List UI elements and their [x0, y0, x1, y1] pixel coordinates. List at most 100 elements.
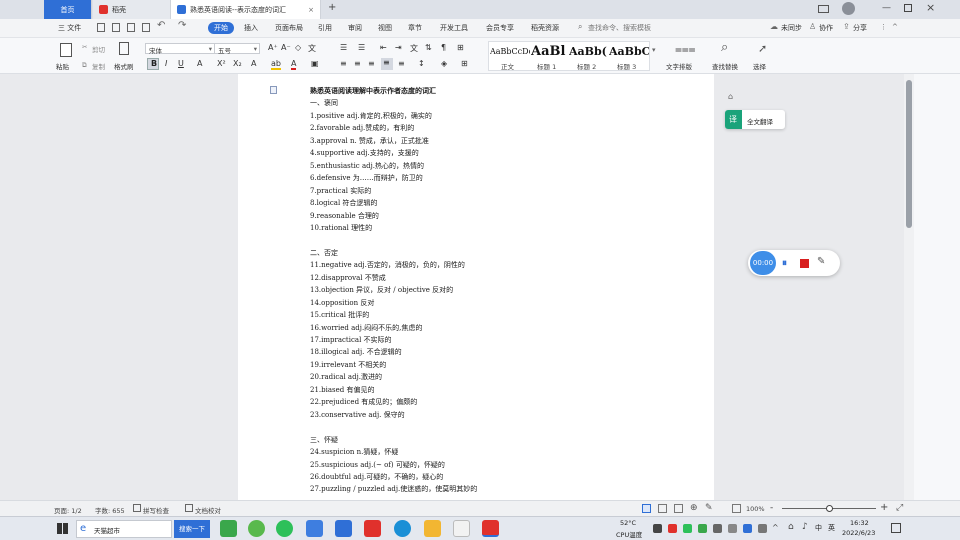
clock-date[interactable]: 2022/6/23 [842, 529, 875, 537]
zoom-level[interactable]: 100% [746, 505, 765, 513]
align-right-icon[interactable]: ≡ [368, 59, 375, 68]
web-view-icon[interactable]: ⊕ [690, 503, 698, 513]
translate-widget[interactable]: 译 全文翻译 [725, 110, 785, 129]
style-heading1-sample[interactable]: AaBl [531, 44, 569, 60]
menu-developer[interactable]: 开发工具 [440, 23, 468, 33]
new-tab-button[interactable]: + [328, 2, 336, 13]
close-window-icon[interactable]: × [926, 1, 935, 14]
table-border-icon[interactable]: ⊞ [461, 59, 468, 68]
wps-active-icon[interactable] [482, 520, 499, 537]
word-count[interactable]: 字数: 655 [95, 505, 125, 515]
more-icon[interactable]: ⋮ [880, 23, 887, 31]
zoom-in-button[interactable]: + [880, 502, 888, 513]
increase-indent-icon[interactable]: ⇥ [395, 43, 402, 52]
select-button[interactable]: 选择 [753, 61, 766, 71]
tray-icon-6[interactable] [728, 524, 737, 533]
clock-time[interactable]: 16:32 [850, 519, 869, 527]
network-icon[interactable]: ⌂ [788, 522, 794, 532]
tray-icon-2[interactable] [668, 524, 677, 533]
text-effect-button[interactable]: A [251, 59, 256, 68]
menu-review[interactable]: 审阅 [348, 23, 362, 33]
folder-icon[interactable] [424, 520, 441, 537]
reading-view-icon[interactable] [674, 504, 683, 513]
paste-icon[interactable] [60, 43, 72, 57]
grow-font-icon[interactable]: A⁺ [268, 43, 278, 52]
text-layout-button[interactable]: 文字排版 [666, 61, 692, 71]
shading-icon[interactable]: ◈ [441, 59, 447, 68]
green-app-icon[interactable] [248, 520, 265, 537]
distributed-icon[interactable]: ≡ [398, 59, 405, 68]
paste-label[interactable]: 粘贴 [56, 61, 69, 71]
font-family-select[interactable]: 宋体 ▾ [145, 43, 215, 55]
page-indicator[interactable]: 页面: 1/2 [54, 505, 82, 515]
preview-icon[interactable] [142, 23, 150, 32]
search-go-button[interactable]: 搜索一下 [174, 520, 210, 538]
tray-icon-4[interactable] [698, 524, 707, 533]
ime-mode[interactable]: 英 [828, 523, 835, 533]
notification-icon[interactable] [891, 523, 901, 533]
minimize-icon[interactable]: — [882, 3, 891, 13]
media-app-icon[interactable] [453, 520, 470, 537]
highlight-button[interactable]: ab [271, 59, 281, 70]
tray-icon-7[interactable] [743, 524, 752, 533]
strikethrough-button[interactable]: A [197, 59, 202, 68]
redo-icon[interactable]: ↷ [178, 20, 186, 31]
font-size-select[interactable]: 五号 ▾ [214, 43, 260, 55]
underline-button[interactable]: U [178, 59, 184, 68]
pause-icon[interactable]: ⏸ [782, 258, 787, 269]
avatar[interactable] [842, 2, 855, 15]
scrollbar-thumb[interactable] [906, 80, 912, 228]
share-button[interactable]: 分享 [853, 23, 867, 33]
fullscreen-icon[interactable]: ⤢ [896, 503, 903, 513]
collapse-ribbon-icon[interactable]: ^ [892, 23, 898, 31]
lock-app-icon[interactable] [220, 520, 237, 537]
collab-button[interactable]: 协作 [819, 23, 833, 33]
menu-start[interactable]: 开始 [208, 22, 234, 34]
fit-page-icon[interactable] [732, 504, 741, 513]
subscript-button[interactable]: X₂ [233, 59, 242, 68]
shrink-font-icon[interactable]: A⁻ [281, 43, 291, 52]
outline-view-icon[interactable] [658, 504, 667, 513]
copy-button[interactable]: 复制 [92, 61, 105, 71]
close-tab-icon[interactable]: × [308, 6, 314, 14]
save-icon[interactable] [97, 23, 105, 32]
line-spacing-icon[interactable]: ↕ [418, 59, 425, 68]
borders-icon[interactable]: ⊞ [457, 43, 464, 52]
page-view-icon[interactable] [642, 504, 651, 513]
italic-button[interactable]: I [165, 59, 167, 68]
clear-format-icon[interactable]: ◇ [295, 43, 301, 52]
browser-address-box[interactable]: e 天猫超市 [76, 520, 172, 538]
input-language[interactable]: 中 [815, 523, 822, 533]
edge-icon[interactable] [394, 520, 411, 537]
home-icon[interactable]: ⌂ [728, 92, 733, 101]
spell-check-button[interactable]: 拼写检查 [143, 505, 169, 515]
chinese-layout-icon[interactable]: 文 [410, 43, 418, 54]
zoom-slider-handle[interactable] [826, 505, 833, 512]
justify-button[interactable]: ≡ [381, 58, 393, 70]
menu-page-layout[interactable]: 页面布局 [275, 23, 303, 33]
document-page[interactable]: 熟悉英语阅读理解中表示作者态度的词汇 一、褒同 1.positive adj.肯定的… [238, 74, 714, 500]
menu-docer-resources[interactable]: 稻壳资源 [531, 23, 559, 33]
numbered-list-icon[interactable]: ☰ [358, 43, 365, 52]
print-icon[interactable] [127, 23, 135, 32]
menu-insert[interactable]: 插入 [244, 23, 258, 33]
menu-file[interactable]: 三 文件 [58, 23, 81, 33]
tray-icon-5[interactable] [713, 524, 722, 533]
cut-button[interactable]: 剪切 [92, 44, 105, 54]
stop-record-button[interactable] [800, 259, 809, 268]
proofread-button[interactable]: 文档校对 [195, 505, 221, 515]
bold-button[interactable]: B [147, 58, 159, 70]
style-heading3-sample[interactable]: AaBbC [609, 45, 649, 61]
pen-icon[interactable]: ✎ [817, 256, 825, 267]
tab-document[interactable]: 熟悉英语阅读--表示态度的词汇 × [171, 0, 321, 19]
export-icon[interactable] [112, 23, 120, 32]
format-painter-button[interactable]: 格式刷 [114, 61, 134, 71]
bullet-list-icon[interactable]: ☰ [340, 43, 347, 52]
nav-doc-icon[interactable] [270, 86, 277, 94]
chevron-up-icon[interactable]: ^ [772, 523, 779, 532]
undo-icon[interactable]: ↶ [157, 20, 165, 31]
font-color-button[interactable]: A [291, 59, 297, 70]
tab-home[interactable]: 首页 [44, 0, 92, 19]
style-heading2-sample[interactable]: AaBb( [569, 45, 609, 61]
menu-view[interactable]: 视图 [378, 23, 392, 33]
